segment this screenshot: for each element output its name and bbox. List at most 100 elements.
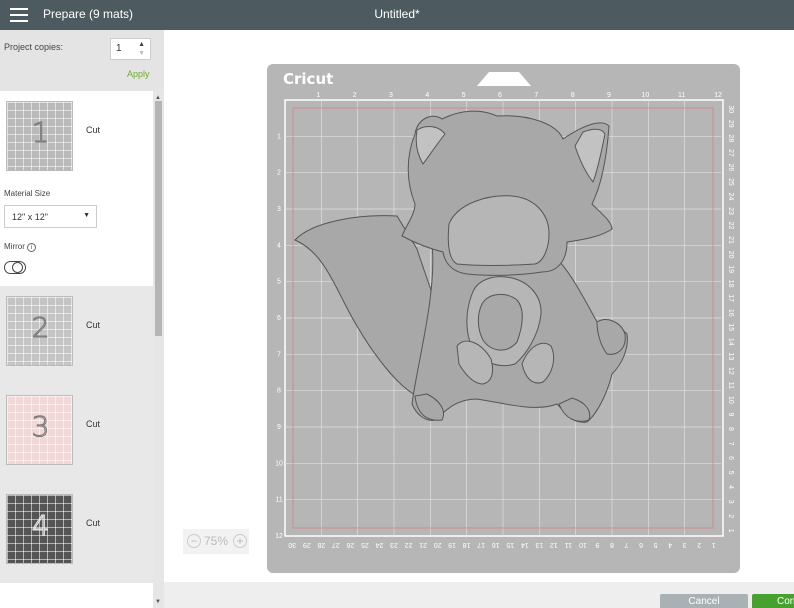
ruler-label: 18 [463, 541, 471, 548]
ruler-label: 5 [654, 541, 658, 548]
ruler-label: 4 [727, 485, 734, 489]
mat-thumbnail[interactable]: 1 [6, 101, 73, 171]
info-icon[interactable]: i [26, 243, 36, 252]
ruler-label: 14 [727, 338, 734, 346]
mat-thumbnail[interactable]: 3 [6, 395, 73, 465]
mat-label: Cut [86, 419, 101, 429]
toggle-knob [12, 262, 23, 273]
ruler-label: 10 [579, 541, 587, 548]
ruler-label: 12 [550, 541, 558, 548]
material-size-label: Material Size [4, 189, 51, 198]
ruler-label: 10 [727, 396, 734, 404]
zoom-out-icon[interactable]: − [187, 534, 201, 548]
ruler-label: 19 [727, 265, 734, 273]
ruler-label: 10 [275, 460, 283, 467]
ruler-label: 12 [727, 367, 734, 375]
ruler-label: 16 [492, 541, 500, 548]
ruler-label: 7 [727, 442, 734, 446]
ruler-label: 24 [727, 193, 734, 201]
ruler-label: 22 [405, 541, 413, 548]
ruler-label: 22 [727, 222, 734, 230]
left-panel-scrollbar[interactable]: ▲ ▼ [153, 91, 164, 608]
ruler-label: 25 [361, 541, 369, 548]
stepper-up-icon[interactable]: ▲ [138, 41, 145, 48]
ruler-label: 6 [727, 456, 734, 460]
ruler-label: 10 [641, 92, 649, 99]
mat-number: 2 [31, 311, 50, 345]
mat-thumbnail[interactable]: 4 [6, 494, 73, 564]
ruler-label: 9 [277, 424, 281, 431]
cancel-button[interactable]: Cancel [660, 594, 748, 608]
continue-button[interactable]: Con [752, 594, 794, 608]
mats-list: 1 Cut Material Size 12" x 12" ▼ Mirror i … [0, 91, 153, 608]
ruler-label: 9 [727, 413, 734, 417]
ruler-label: 2 [277, 170, 281, 177]
document-title: Untitled* [374, 7, 420, 21]
ruler-label: 6 [639, 541, 643, 548]
ruler-label: 30 [288, 541, 296, 548]
scroll-down-icon[interactable]: ▼ [155, 599, 161, 605]
ruler-label: 19 [448, 541, 456, 548]
ruler-label: 7 [277, 351, 281, 358]
project-copies-row: Project copies: 1 ▲ ▼ Apply [0, 30, 164, 90]
project-copies-stepper[interactable]: 1 ▲ ▼ [110, 38, 151, 60]
ruler-label: 2 [697, 541, 701, 548]
ruler-label: 21 [419, 541, 427, 548]
ruler-label: 2 [727, 514, 734, 518]
stepper-down-icon[interactable]: ▼ [138, 50, 145, 57]
mat-item-2[interactable]: 2 Cut [0, 286, 153, 385]
ruler-label: 21 [727, 236, 734, 244]
ruler-label: 6 [498, 92, 502, 99]
ruler-label: 5 [277, 279, 281, 286]
ruler-label: 8 [277, 388, 281, 395]
ruler-label: 11 [678, 92, 685, 99]
mat-grid-svg: 1 2 3 4 5 6 7 8 9 10 11 121234567891011123029282726… [275, 72, 734, 548]
ruler-label: 20 [434, 541, 442, 548]
apply-button[interactable]: Apply [127, 69, 150, 79]
ruler-label: 15 [727, 323, 734, 331]
ruler-label: 30 [727, 105, 734, 113]
mat-item-3[interactable]: 3 Cut [0, 385, 153, 484]
mirror-toggle[interactable] [4, 261, 26, 274]
ruler-label: 13 [535, 541, 543, 548]
mat-label: Cut [86, 125, 101, 135]
zoom-in-icon[interactable]: + [233, 534, 247, 548]
ruler-label: 3 [727, 500, 734, 504]
ruler-label: 25 [727, 178, 734, 186]
material-size-value: 12" x 12" [12, 212, 48, 222]
mat-label: Cut [86, 518, 101, 528]
ruler-label: 3 [277, 206, 281, 213]
ruler-label: 5 [727, 471, 734, 475]
mirror-label: Mirror i [4, 242, 36, 252]
fox-belly [477, 294, 523, 351]
cutting-mat-preview: 1 2 3 4 5 6 7 8 9 10 11 12 1 2 3 4 5 6 7 8 9 10 11 12 30 29 28 27 26… [267, 64, 740, 573]
ruler-label: 8 [610, 541, 614, 548]
ruler-label: 17 [727, 294, 734, 302]
left-panel: Project copies: 1 ▲ ▼ Apply 1 Cut Materi… [0, 30, 164, 608]
mat-thumbnail[interactable]: 2 [6, 296, 73, 366]
zoom-control: − 75% + [183, 529, 249, 554]
ruler-label: 2 [353, 92, 357, 99]
ruler-label: 12 [275, 533, 283, 540]
mat-hanger-tab [477, 72, 531, 86]
mat-number: 1 [31, 116, 50, 150]
chevron-down-icon: ▼ [83, 212, 90, 219]
material-size-select[interactable]: 12" x 12" ▼ [4, 205, 97, 228]
ruler-label: 23 [727, 207, 734, 215]
ruler-label: 29 [303, 541, 311, 548]
ruler-label: 7 [534, 92, 538, 99]
ruler-label: 20 [727, 251, 734, 259]
ruler-label: 14 [521, 541, 529, 548]
ruler-label: 27 [727, 149, 734, 157]
ruler-label: 26 [346, 541, 354, 548]
ruler-label: 29 [727, 120, 734, 128]
project-copies-value[interactable]: 1 [116, 43, 122, 54]
ruler-label: 3 [389, 92, 393, 99]
ruler-label: 1 [277, 133, 281, 140]
mat-item-4[interactable]: 4 Cut [0, 484, 153, 583]
project-copies-label: Project copies: [4, 42, 64, 52]
mirror-label-text: Mirror [4, 242, 25, 251]
scroll-thumb[interactable] [155, 101, 162, 336]
ruler-label: 15 [506, 541, 514, 548]
ruler-label: 1 [316, 92, 320, 99]
